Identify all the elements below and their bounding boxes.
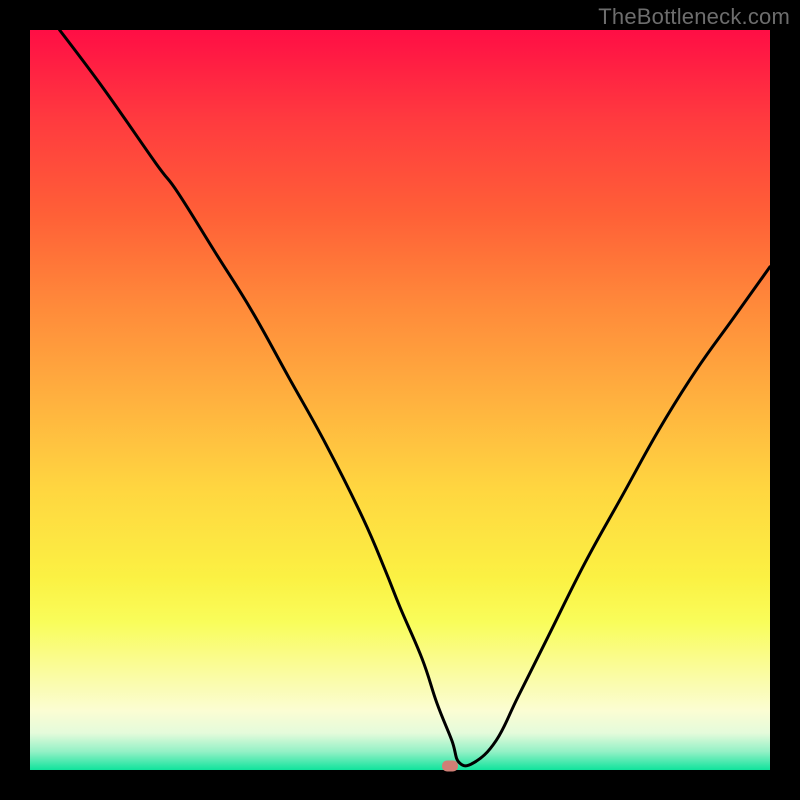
bottleneck-curve — [30, 30, 770, 770]
plot-area — [30, 30, 770, 770]
minimum-marker — [442, 761, 458, 772]
watermark-text: TheBottleneck.com — [598, 4, 790, 30]
chart-frame: TheBottleneck.com — [0, 0, 800, 800]
